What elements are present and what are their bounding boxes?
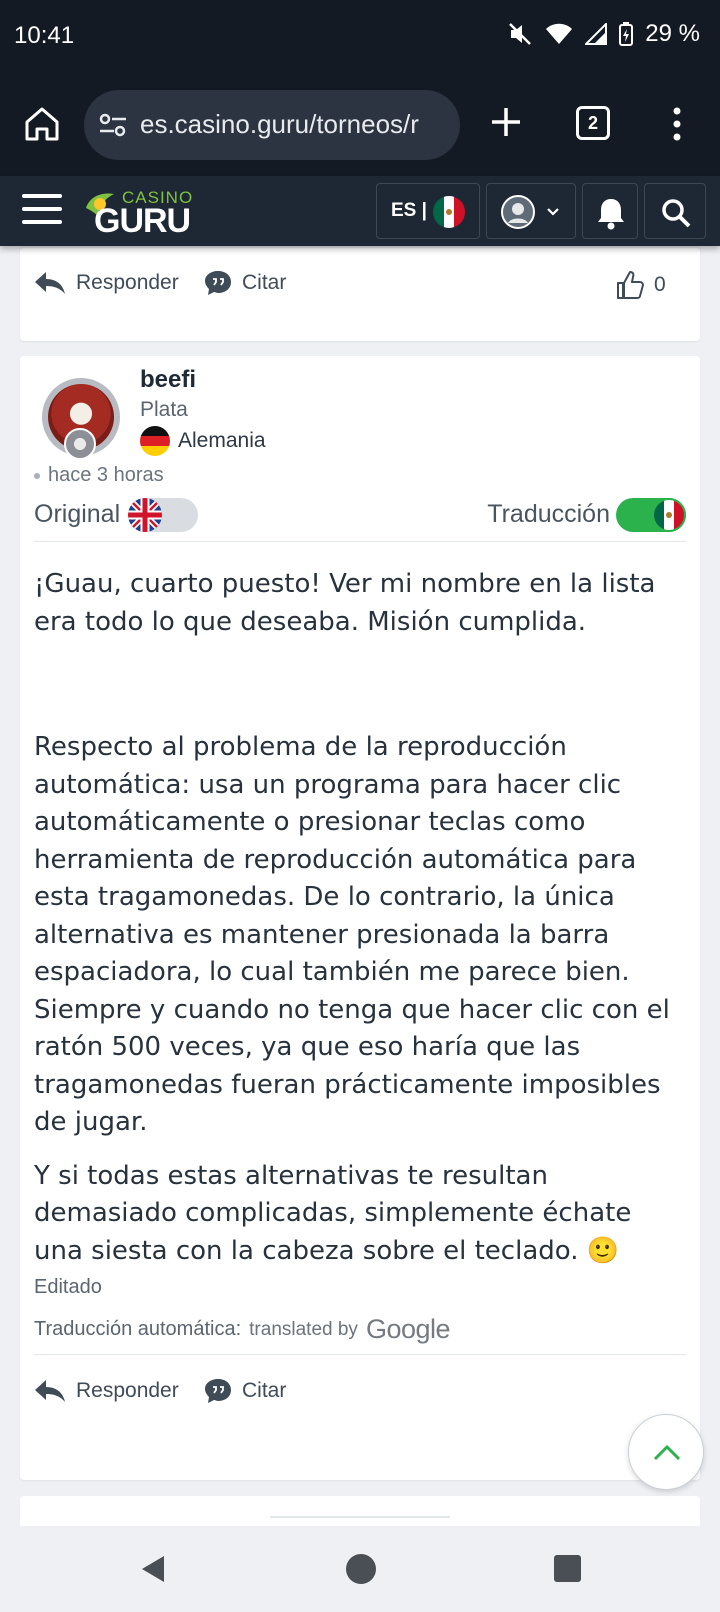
auto-translation-note: Traducción automática: translated by Goo… (34, 1314, 451, 1344)
mexico-flag-icon (433, 196, 465, 228)
original-label: Original (34, 500, 121, 528)
uk-flag-icon (128, 498, 162, 532)
user-rank: Plata (140, 398, 188, 421)
search-icon (662, 199, 691, 228)
more-vert-icon (673, 107, 681, 141)
system-nav-bar (0, 1526, 720, 1612)
url-bar[interactable]: es.casino.guru/torneos/r (84, 90, 460, 160)
url-text: es.casino.guru/torneos/r (140, 109, 419, 139)
tab-switcher-button[interactable]: 2 (576, 106, 610, 140)
wifi-icon (545, 23, 573, 45)
quote-button[interactable]: Citar (204, 270, 286, 296)
browser-menu-button[interactable] (670, 106, 684, 146)
post-paragraph: Respecto al problema de la reproducción … (34, 732, 670, 1137)
quote-icon (205, 1379, 231, 1403)
casino-guru-logo[interactable]: CASINO GURU (84, 182, 196, 240)
previous-post-card: Responder Citar 0 (20, 246, 700, 341)
user-country: Alemania (140, 426, 266, 456)
forum-post-card: beefi Plata Alemania hace 3 horas Origin… (20, 356, 700, 1480)
site-header: CASINO GURU ES | (0, 176, 720, 246)
user-avatar-icon (501, 195, 535, 229)
divider (34, 1354, 686, 1355)
signal-icon (585, 23, 608, 45)
reply-button[interactable]: Responder (34, 1378, 179, 1404)
like-count: 0 (654, 273, 666, 296)
battery-percent: 29 % (645, 20, 700, 47)
original-toggle[interactable] (128, 498, 198, 532)
edited-label: Editado (34, 1276, 102, 1298)
language-selector[interactable]: ES | (376, 183, 480, 239)
user-avatar[interactable] (42, 378, 120, 460)
status-bar: 10:41 29 % (0, 0, 720, 78)
google-logo: Google (365, 1314, 451, 1344)
language-code: ES | (391, 200, 427, 221)
status-icons: 29 % (507, 20, 700, 48)
browser-home-button[interactable] (22, 104, 62, 144)
notifications-button[interactable] (582, 183, 638, 239)
mute-icon (507, 21, 533, 47)
search-button[interactable] (644, 183, 706, 239)
translation-label: Traducción (487, 500, 610, 528)
translation-toggle[interactable] (616, 498, 686, 532)
back-icon[interactable] (138, 1554, 168, 1584)
scroll-to-top-button[interactable] (628, 1414, 704, 1490)
translation-toggle-row: Original Traducción (34, 496, 686, 542)
bell-icon (598, 199, 624, 230)
new-tab-button[interactable] (486, 102, 526, 146)
post-paragraph: Y si todas estas alternativas te resulta… (34, 1160, 632, 1266)
germany-flag-icon (140, 426, 170, 456)
reply-icon (35, 1380, 65, 1402)
recent-apps-icon[interactable] (554, 1555, 581, 1582)
chevron-down-icon (547, 208, 559, 216)
hamburger-menu-icon[interactable] (22, 194, 62, 228)
reply-button[interactable]: Responder (34, 270, 179, 296)
site-settings-icon[interactable] (98, 112, 128, 142)
like-button[interactable]: 0 (616, 270, 666, 300)
home-icon (25, 107, 59, 141)
status-time: 10:41 (14, 22, 75, 49)
thumbs-up-icon (617, 271, 644, 299)
post-username[interactable]: beefi (140, 366, 196, 394)
mexico-flag-icon (652, 498, 686, 532)
post-timestamp: hace 3 horas (34, 464, 164, 487)
user-menu[interactable] (486, 183, 576, 239)
quote-button[interactable]: Citar (204, 1378, 286, 1404)
rank-badge-icon (64, 428, 96, 460)
reply-icon (35, 272, 65, 294)
quote-icon (205, 271, 231, 295)
post-paragraph: ¡Guau, cuarto puesto! Ver mi nombre en l… (34, 569, 656, 637)
battery-charging-icon (619, 22, 634, 46)
browser-toolbar: es.casino.guru/torneos/r 2 (0, 78, 720, 176)
post-body: ¡Guau, cuarto puesto! Ver mi nombre en l… (34, 566, 684, 1286)
chevron-up-icon (653, 1444, 681, 1461)
plus-icon (492, 108, 520, 136)
home-nav-icon[interactable] (346, 1554, 376, 1584)
